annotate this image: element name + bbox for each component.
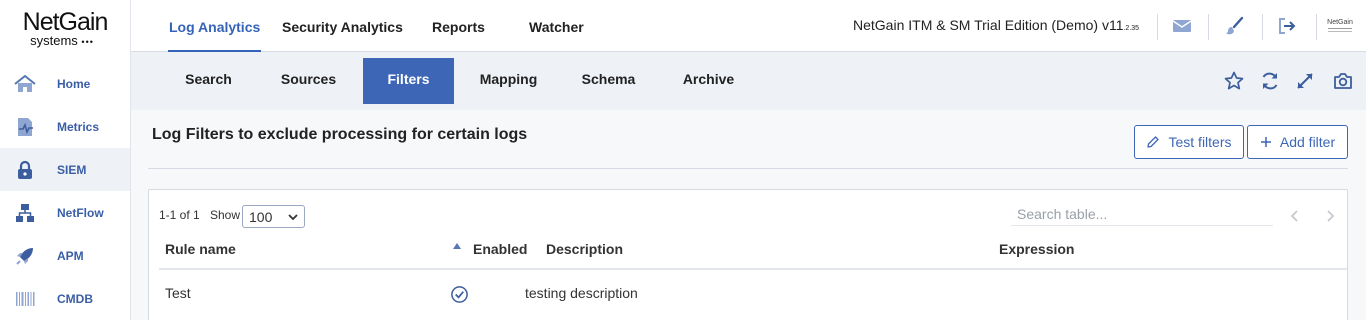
sidebar-item-home[interactable]: Home <box>0 62 130 105</box>
tab-search[interactable]: Search <box>163 58 254 104</box>
netgain-logo[interactable]: NetGain systems ••• <box>0 0 130 62</box>
tab-log-analytics[interactable]: Log Analytics <box>168 0 262 52</box>
mini-logo-stripes-icon <box>1328 28 1352 32</box>
expand-icon[interactable] <box>1294 70 1316 92</box>
header-divider <box>159 268 1347 270</box>
sidebar-item-label: Home <box>57 76 91 91</box>
tab-security-analytics[interactable]: Security Analytics <box>282 0 403 52</box>
star-icon[interactable] <box>1223 70 1245 92</box>
logo-name: NetGain <box>22 8 109 36</box>
tab-sources[interactable]: Sources <box>263 58 354 104</box>
logo-dots: ••• <box>81 37 94 47</box>
sidebar-item-label: CMDB <box>57 291 93 306</box>
edition-version: .2.35 <box>1123 25 1140 32</box>
tab-reports[interactable]: Reports <box>432 0 485 52</box>
filters-table: 1-1 of 1 Show 100 Rule name Enabled Desc… <box>148 189 1348 320</box>
netgain-logo-icon[interactable]: NetGain <box>1327 14 1353 38</box>
lock-icon <box>14 159 36 181</box>
sidebar-item-label: APM <box>57 248 84 263</box>
logo-sub-text: systems <box>30 33 78 48</box>
sidebar-item-apm[interactable]: APM <box>0 234 130 277</box>
sidebar-item-cmdb[interactable]: CMDB <box>0 277 130 320</box>
tab-archive[interactable]: Archive <box>663 58 754 104</box>
divider <box>1316 14 1317 40</box>
divider <box>148 168 1348 169</box>
show-label: Show <box>210 208 241 222</box>
logo-sub: systems ••• <box>0 34 130 49</box>
logout-icon[interactable] <box>1275 14 1299 38</box>
top-navigation: Log Analytics Security Analytics Reports… <box>131 0 1366 52</box>
sidebar-item-netflow[interactable]: NetFlow <box>0 191 130 234</box>
divider <box>1157 14 1158 40</box>
sort-asc-icon[interactable] <box>452 241 462 251</box>
sidebar-item-metrics[interactable]: Metrics <box>0 105 130 148</box>
cell-rule-name: Test <box>165 285 191 301</box>
add-filter-label: Add filter <box>1279 134 1336 150</box>
plus-icon <box>1260 137 1271 147</box>
pagination-info: 1-1 of 1 <box>159 208 200 222</box>
network-icon <box>14 202 36 224</box>
refresh-icon[interactable] <box>1259 70 1281 92</box>
prev-page-icon[interactable] <box>1288 209 1302 223</box>
page-title: Log Filters to exclude processing for ce… <box>152 126 528 143</box>
test-filters-label: Test filters <box>1168 134 1232 150</box>
next-page-icon[interactable] <box>1323 209 1337 223</box>
column-header-enabled[interactable]: Enabled <box>473 241 527 257</box>
metrics-icon <box>14 116 36 138</box>
tab-watcher[interactable]: Watcher <box>529 0 584 52</box>
cell-description: testing description <box>525 285 638 301</box>
page-size-value: 100 <box>249 208 273 225</box>
chevron-down-icon <box>288 214 298 221</box>
column-header-description[interactable]: Description <box>546 241 623 257</box>
home-icon <box>14 73 36 95</box>
column-header-expression[interactable]: Expression <box>999 241 1074 257</box>
tab-schema[interactable]: Schema <box>563 58 654 104</box>
tab-filters[interactable]: Filters <box>363 58 454 104</box>
column-header-rule-name[interactable]: Rule name <box>165 241 236 257</box>
edition-text: NetGain ITM & SM Trial Edition (Demo) v1… <box>853 17 1124 33</box>
barcode-icon <box>14 288 36 310</box>
divider <box>1262 14 1263 40</box>
rocket-icon <box>14 245 36 267</box>
pencil-icon <box>1147 136 1160 148</box>
tab-mapping[interactable]: Mapping <box>463 58 554 104</box>
sidebar-item-label: SIEM <box>57 162 87 177</box>
mail-icon[interactable] <box>1170 14 1194 38</box>
check-circle-icon <box>451 286 468 303</box>
sidebar-item-label: NetFlow <box>57 205 104 220</box>
divider <box>1208 14 1209 40</box>
sidebar-item-label: Metrics <box>57 119 100 134</box>
test-filters-button[interactable]: Test filters <box>1134 125 1244 159</box>
sidebar: NetGain systems ••• Home Metrics SIEM Ne… <box>0 0 131 320</box>
sidebar-item-siem[interactable]: SIEM <box>0 148 130 191</box>
add-filter-button[interactable]: Add filter <box>1247 125 1348 159</box>
brush-icon[interactable] <box>1222 14 1246 38</box>
mini-logo-text: NetGain <box>1327 19 1353 26</box>
camera-icon[interactable] <box>1332 70 1354 92</box>
sub-navigation: Search Sources Filters Mapping Schema Ar… <box>131 52 1366 110</box>
edition-label: NetGain ITM & SM Trial Edition (Demo) v1… <box>853 17 1139 33</box>
main-content: Log Filters to exclude processing for ce… <box>131 110 1366 320</box>
page-size-select[interactable]: 100 <box>242 205 305 228</box>
search-table-input[interactable] <box>1011 202 1273 226</box>
